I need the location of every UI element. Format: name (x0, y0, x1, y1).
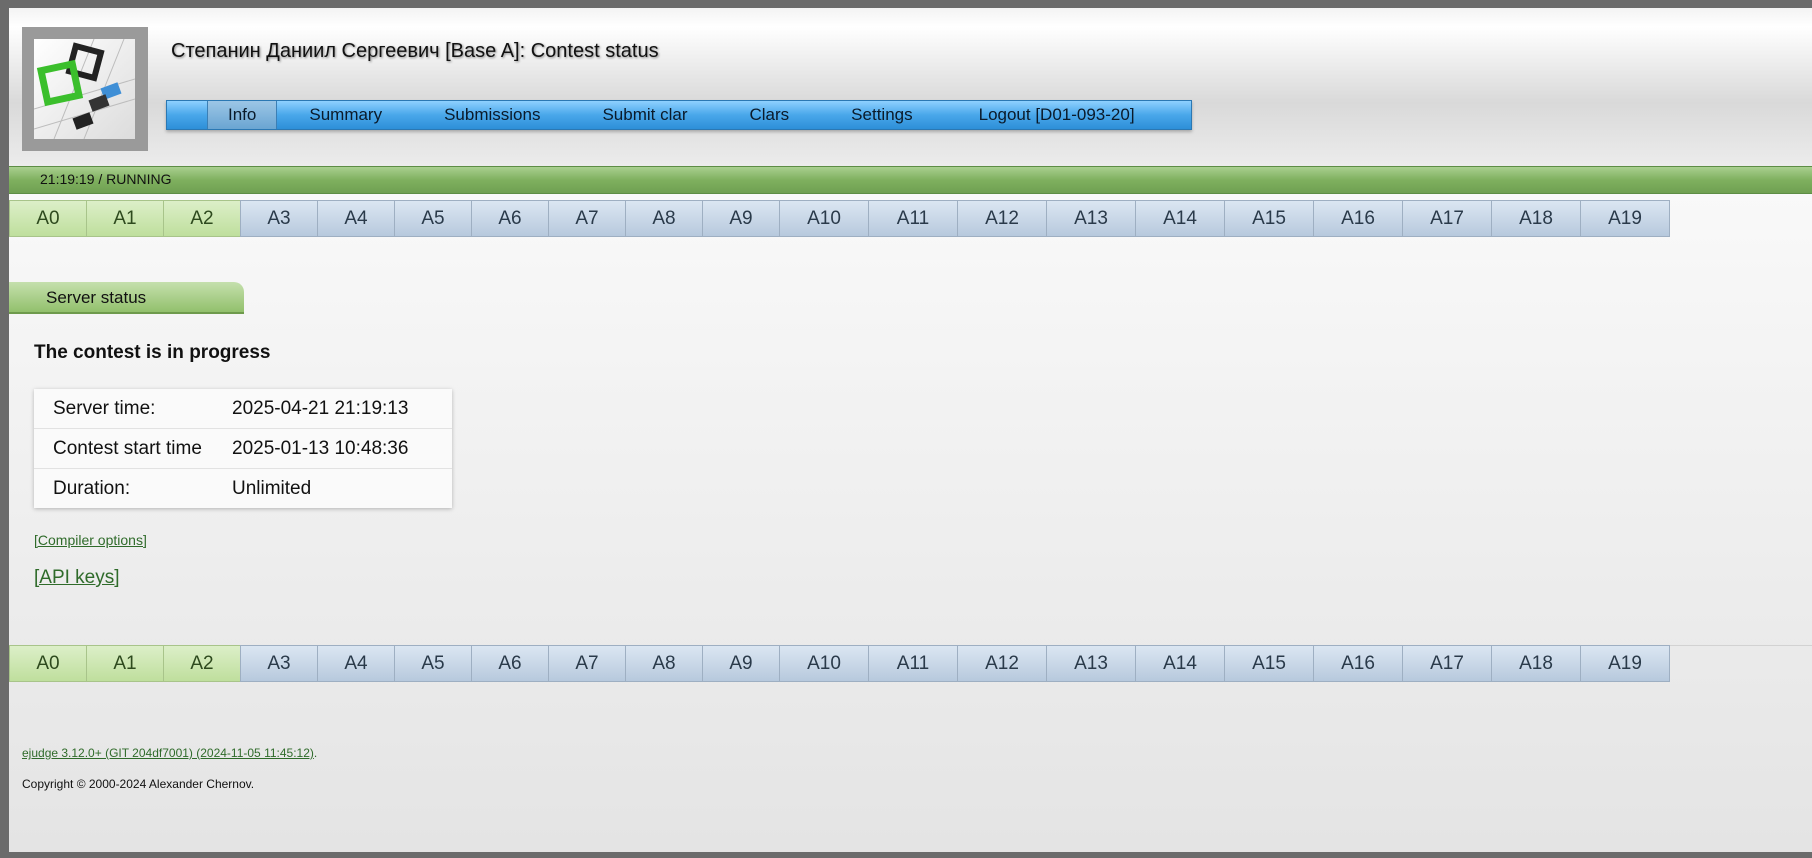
problem-tab-a1[interactable]: A1 (86, 200, 163, 237)
status-time: 21:19:19 (40, 171, 95, 187)
info-value: 2025-01-13 10:48:36 (232, 428, 452, 469)
problem-tab-a15[interactable]: A15 (1224, 200, 1313, 237)
problem-tab-a4[interactable]: A4 (317, 200, 394, 237)
ejudge-logo-icon (33, 38, 136, 140)
menu-item-info[interactable]: Info (207, 101, 278, 129)
problem-tab-a9[interactable]: A9 (702, 200, 779, 237)
section-title: Server status (46, 288, 147, 307)
problem-tab-a6[interactable]: A6 (471, 645, 548, 682)
problem-tab-a3[interactable]: A3 (240, 645, 317, 682)
problem-tab-a4[interactable]: A4 (317, 645, 394, 682)
status-separator: / (94, 171, 107, 187)
table-row: Server time: 2025-04-21 21:19:13 (34, 389, 452, 429)
menu-item-submit-clar[interactable]: Submit clar (560, 101, 707, 129)
problem-tabs-bottom: A0 A1 A2 A3 A4 A5 A6 A7 A8 A9 A10 A11 A12 A13 A14 A15 A1… (9, 645, 1670, 682)
problem-tab-a1[interactable]: A1 (86, 645, 163, 682)
problem-tab-a8[interactable]: A8 (625, 200, 702, 237)
problem-tab-a3[interactable]: A3 (240, 200, 317, 237)
problem-tab-a11[interactable]: A11 (868, 645, 957, 682)
problem-tab-a0[interactable]: A0 (9, 645, 86, 682)
problem-tab-a2[interactable]: A2 (163, 200, 240, 237)
menu-item-submissions[interactable]: Submissions (402, 101, 560, 129)
problem-tab-a14[interactable]: A14 (1135, 645, 1224, 682)
problem-tab-a10[interactable]: A10 (779, 645, 868, 682)
compiler-options-link[interactable]: [Compiler options] (34, 532, 147, 548)
table-row: Contest start time 2025-01-13 10:48:36 (34, 428, 452, 469)
menu-item-logout[interactable]: Logout [D01-093-20] (933, 101, 1155, 129)
problem-tab-a19[interactable]: A19 (1580, 200, 1670, 237)
problem-tab-a11[interactable]: A11 (868, 200, 957, 237)
footer-copyright: Copyright © 2000-2024 Alexander Chernov. (22, 777, 255, 791)
problem-tab-a0[interactable]: A0 (9, 200, 86, 237)
problem-tab-a16[interactable]: A16 (1313, 200, 1402, 237)
status-bar: 21:19:19 / RUNNING (9, 166, 1812, 194)
main-menu: Info Summary Submissions Submit clar Cla… (166, 100, 1192, 130)
page-title: Степанин Даниил Сергеевич [Base A]: Cont… (171, 40, 659, 62)
problem-tab-a13[interactable]: A13 (1046, 200, 1135, 237)
problem-tab-a5[interactable]: A5 (394, 645, 471, 682)
info-label: Duration: (53, 477, 131, 499)
problem-tab-a14[interactable]: A14 (1135, 200, 1224, 237)
problem-tab-a7[interactable]: A7 (548, 200, 625, 237)
problem-tab-a7[interactable]: A7 (548, 645, 625, 682)
header: Степанин Даниил Сергеевич [Base A]: Cont… (9, 8, 1812, 166)
problem-tabs-top: A0 A1 A2 A3 A4 A5 A6 A7 A8 A9 A10 A11 A12 A13 A14 A15 A1… (9, 200, 1670, 237)
problem-tab-a15[interactable]: A15 (1224, 645, 1313, 682)
problem-tab-a17[interactable]: A17 (1402, 645, 1491, 682)
status-state: RUNNING (106, 171, 172, 187)
server-info-table: Server time: 2025-04-21 21:19:13 Contest… (34, 389, 452, 508)
info-value: Unlimited (232, 477, 312, 499)
menu-item-clars[interactable]: Clars (708, 101, 810, 129)
problem-tab-a5[interactable]: A5 (394, 200, 471, 237)
problem-tab-a2[interactable]: A2 (163, 645, 240, 682)
problem-tab-a17[interactable]: A17 (1402, 200, 1491, 237)
ejudge-version-link[interactable]: ejudge 3.12.0+ (GIT 204df7001) (2024-11-… (22, 746, 314, 760)
info-label: Contest start time (34, 428, 232, 469)
problem-tab-a9[interactable]: A9 (702, 645, 779, 682)
problem-tab-a8[interactable]: A8 (625, 645, 702, 682)
api-keys-link[interactable]: [API keys] (34, 567, 120, 589)
section-header: Server status (9, 282, 244, 314)
problem-tab-a12[interactable]: A12 (957, 200, 1046, 237)
table-row: Duration: Unlimited (34, 469, 452, 509)
menu-item-summary[interactable]: Summary (277, 101, 402, 129)
logo (22, 27, 148, 151)
status-text: 21:19:19 / RUNNING (40, 171, 172, 187)
info-label: Server time: (34, 389, 232, 429)
problem-tab-a18[interactable]: A18 (1491, 645, 1580, 682)
problem-tab-a10[interactable]: A10 (779, 200, 868, 237)
problem-tab-a16[interactable]: A16 (1313, 645, 1402, 682)
footer-version: ejudge 3.12.0+ (GIT 204df7001) (2024-11-… (22, 746, 317, 760)
problem-tab-a6[interactable]: A6 (471, 200, 548, 237)
menu-item-settings[interactable]: Settings (809, 101, 932, 129)
problem-tab-a19[interactable]: A19 (1580, 645, 1670, 682)
contest-progress-text: The contest is in progress (34, 342, 271, 363)
footer-version-suffix: . (313, 746, 318, 760)
problem-tab-a12[interactable]: A12 (957, 645, 1046, 682)
page: Степанин Даниил Сергеевич [Base A]: Cont… (9, 8, 1812, 852)
problem-tab-a13[interactable]: A13 (1046, 645, 1135, 682)
info-value: 2025-04-21 21:19:13 (232, 389, 452, 429)
problem-tab-a18[interactable]: A18 (1491, 200, 1580, 237)
